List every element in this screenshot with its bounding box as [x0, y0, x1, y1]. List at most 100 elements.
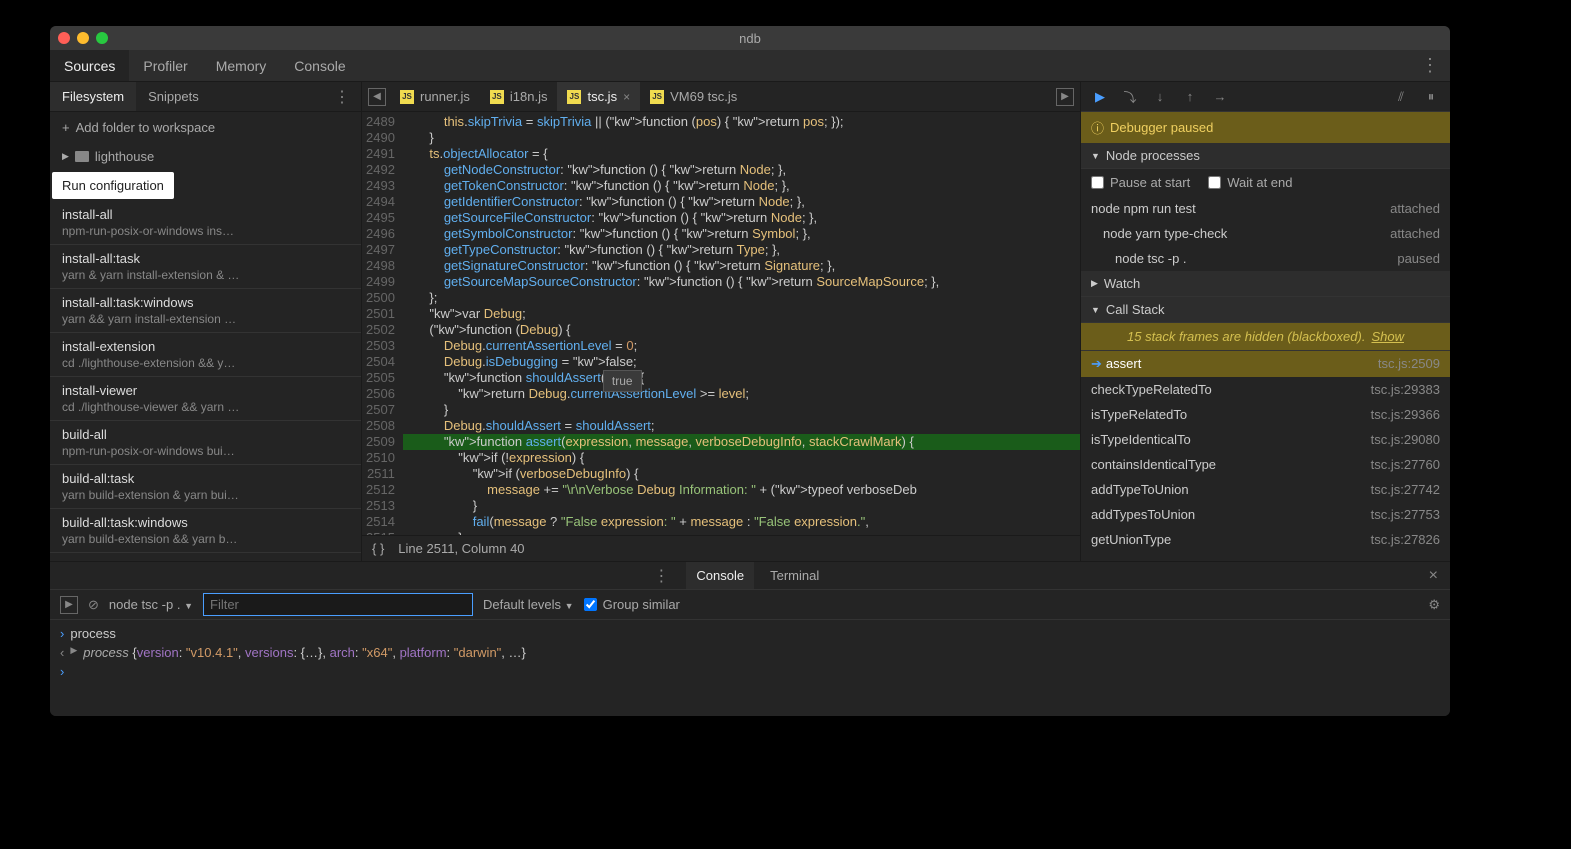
frame-function: addTypeToUnion [1091, 482, 1189, 497]
stack-frame[interactable]: isTypeIdenticalTotsc.js:29080 [1081, 427, 1450, 452]
watch-header[interactable]: ▶ Watch [1081, 271, 1450, 297]
call-stack-header[interactable]: ▼ Call Stack [1081, 297, 1450, 323]
navigator-toggle-right-icon[interactable]: ▶ [1056, 88, 1074, 106]
expand-icon[interactable]: ▶ [70, 645, 77, 660]
node-processes-header[interactable]: ▼ Node processes [1081, 143, 1450, 169]
code-line: "kw">if (verboseDebugInfo) { [403, 466, 1080, 482]
wait-at-end-checkbox[interactable]: Wait at end [1208, 175, 1292, 190]
window-title: ndb [739, 31, 761, 46]
console-settings-icon[interactable]: ⚙ [1428, 597, 1440, 613]
stack-frame[interactable]: ➔asserttsc.js:2509 [1081, 351, 1450, 377]
code-line: fail(message ? "False expression: " + me… [403, 514, 1080, 530]
frame-function: containsIdenticalType [1091, 457, 1216, 472]
step-over-icon[interactable]: ⤵ [1121, 88, 1139, 106]
navigator-toggle-icon[interactable]: ◀ [368, 88, 386, 106]
stack-frame[interactable]: containsIdenticalTypetsc.js:27760 [1081, 452, 1450, 477]
main-tabs: Sources Profiler Memory Console ⋮ [50, 50, 1450, 82]
sidebar-tab-snippets[interactable]: Snippets [136, 82, 211, 111]
console-output[interactable]: ›process ‹▶process {version: "v10.4.1", … [50, 620, 1450, 716]
step-out-icon[interactable]: ↑ [1181, 88, 1199, 106]
titlebar: ndb [50, 26, 1450, 50]
close-window-button[interactable] [58, 32, 70, 44]
step-icon[interactable]: → [1211, 88, 1229, 106]
file-tab[interactable]: JSi18n.js [480, 82, 558, 111]
info-icon: ⓘ [1091, 118, 1104, 137]
tab-memory[interactable]: Memory [202, 50, 281, 81]
run-config-item[interactable]: build-extensioncd ./lighthouse-extension… [50, 553, 361, 561]
run-name: build-all:task:windows [62, 515, 349, 530]
close-tab-icon[interactable]: × [623, 90, 630, 104]
console-drawer: ⋮ Console Terminal × ▶ ⊘ node tsc -p . ▼… [50, 561, 1450, 716]
pane-label: Node processes [1106, 148, 1200, 163]
run-config-item[interactable]: install-extensioncd ./lighthouse-extensi… [50, 333, 361, 377]
show-blackboxed-link[interactable]: Show [1371, 329, 1404, 344]
group-similar-checkbox[interactable]: Group similar [584, 597, 680, 612]
sidebar-menu-icon[interactable]: ⋮ [324, 87, 361, 107]
drawer-tab-console[interactable]: Console [686, 562, 754, 589]
code-line: Debug.currentAssertionLevel = 0; [403, 338, 1080, 354]
drawer-tab-terminal[interactable]: Terminal [760, 562, 829, 589]
minimize-window-button[interactable] [77, 32, 89, 44]
code-line: "kw">function shouldAssert(level) { [403, 370, 1080, 386]
js-file-icon: JS [650, 90, 664, 104]
node-process-row[interactable]: node tsc -p .paused [1081, 246, 1450, 271]
tab-sources[interactable]: Sources [50, 50, 129, 81]
run-config-header: Run configuration [52, 172, 174, 199]
pretty-print-icon[interactable]: { } [372, 541, 384, 556]
tab-console[interactable]: Console [280, 50, 359, 81]
clear-console-icon[interactable]: ⊘ [88, 597, 99, 613]
run-name: install-all [62, 207, 349, 222]
code-line: Debug.isDebugging = "kw">false; [403, 354, 1080, 370]
deactivate-breakpoints-icon[interactable]: ⫽ [1392, 88, 1410, 106]
resume-icon[interactable]: ▶ [1091, 88, 1109, 106]
node-process-row[interactable]: node npm run testattached [1081, 196, 1450, 221]
pause-exceptions-icon[interactable]: ⏸ [1422, 88, 1440, 106]
file-tab[interactable]: JSVM69 tsc.js [640, 82, 747, 111]
cursor-position: Line 2511, Column 40 [398, 541, 524, 556]
process-status: paused [1397, 251, 1440, 266]
folder-lighthouse[interactable]: ▶ lighthouse [50, 143, 361, 170]
blackbox-notice: 15 stack frames are hidden (blackboxed).… [1081, 323, 1450, 351]
stack-frame[interactable]: addTypesToUniontsc.js:27753 [1081, 502, 1450, 527]
code-line: getIdentifierConstructor: "kw">function … [403, 194, 1080, 210]
run-config-item[interactable]: install-viewercd ./lighthouse-viewer && … [50, 377, 361, 421]
process-label: node npm run test [1091, 201, 1196, 216]
console-sidebar-toggle-icon[interactable]: ▶ [60, 596, 78, 614]
console-filter-input[interactable] [203, 593, 473, 616]
run-config-item[interactable]: install-all:task:windowsyarn && yarn ins… [50, 289, 361, 333]
main-menu-icon[interactable]: ⋮ [1411, 55, 1450, 76]
log-levels-selector[interactable]: Default levels ▼ [483, 597, 574, 612]
run-config-item[interactable]: build-allnpm-run-posix-or-windows bui… [50, 421, 361, 465]
add-folder-button[interactable]: + Add folder to workspace [50, 112, 361, 143]
close-drawer-icon[interactable]: × [1423, 567, 1444, 585]
drawer-menu-icon[interactable]: ⋮ [643, 566, 680, 586]
run-config-item[interactable]: build-all:taskyarn build-extension & yar… [50, 465, 361, 509]
stack-frame[interactable]: checkTypeRelatedTotsc.js:29383 [1081, 377, 1450, 402]
run-config-item[interactable]: build-all:task:windowsyarn build-extensi… [50, 509, 361, 553]
zoom-window-button[interactable] [96, 32, 108, 44]
code-line: "kw">if (!expression) { [403, 450, 1080, 466]
value-tooltip: true [603, 370, 642, 392]
sidebar-tab-filesystem[interactable]: Filesystem [50, 82, 136, 111]
context-selector[interactable]: node tsc -p . ▼ [109, 597, 193, 612]
output-icon: ‹ [60, 645, 64, 660]
code-content: this.skipTrivia = skipTrivia || ("kw">fu… [403, 112, 1080, 535]
run-cmd: cd ./lighthouse-viewer && yarn … [62, 400, 349, 414]
stack-frame[interactable]: isTypeRelatedTotsc.js:29366 [1081, 402, 1450, 427]
run-name: install-all:task:windows [62, 295, 349, 310]
frame-function: isTypeIdenticalTo [1091, 432, 1191, 447]
node-process-row[interactable]: node yarn type-checkattached [1081, 221, 1450, 246]
step-into-icon[interactable]: ↓ [1151, 88, 1169, 106]
code-editor[interactable]: 2489249024912492249324942495249624972498… [362, 112, 1080, 535]
stack-frame[interactable]: getUnionTypetsc.js:27826 [1081, 527, 1450, 552]
file-tab[interactable]: JStsc.js× [557, 82, 640, 111]
editor-pane: ◀ JSrunner.jsJSi18n.jsJStsc.js×JSVM69 ts… [362, 82, 1080, 561]
file-tab[interactable]: JSrunner.js [390, 82, 480, 111]
code-line: "kw">var Debug; [403, 306, 1080, 322]
pause-at-start-checkbox[interactable]: Pause at start [1091, 175, 1190, 190]
tab-profiler[interactable]: Profiler [129, 50, 201, 81]
blackbox-text: 15 stack frames are hidden (blackboxed). [1127, 329, 1365, 344]
run-config-item[interactable]: install-allnpm-run-posix-or-windows ins… [50, 201, 361, 245]
run-config-item[interactable]: install-all:taskyarn & yarn install-exte… [50, 245, 361, 289]
stack-frame[interactable]: addTypeToUniontsc.js:27742 [1081, 477, 1450, 502]
